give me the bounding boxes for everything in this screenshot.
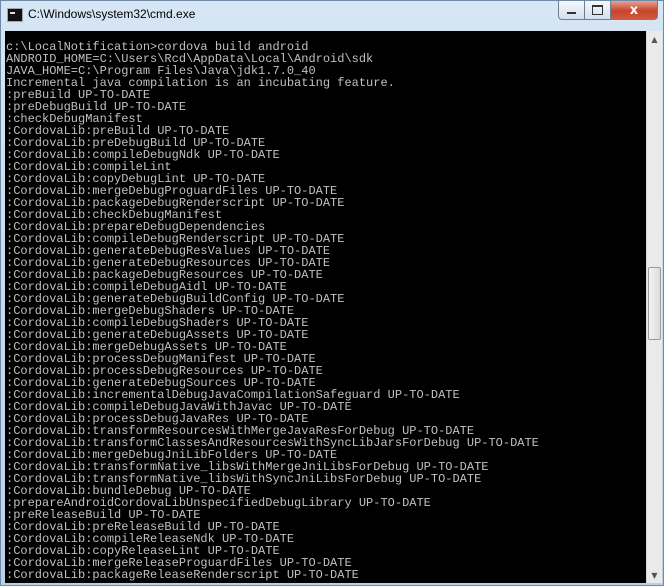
maximize-icon (592, 5, 603, 15)
cmd-app-icon[interactable] (7, 8, 23, 22)
close-button[interactable]: x (611, 1, 658, 20)
maximize-button[interactable] (585, 1, 611, 20)
console-text: c:\LocalNotification>cordova build andro… (6, 40, 539, 582)
title-bar[interactable]: C:\Windows\system32\cmd.exe x (1, 1, 663, 30)
vertical-scrollbar[interactable]: ▲ ▼ (646, 31, 662, 583)
scroll-thumb[interactable] (648, 267, 661, 340)
caption-buttons: x (558, 1, 658, 21)
close-icon: x (629, 2, 639, 18)
scroll-down-icon[interactable]: ▼ (647, 567, 662, 583)
scroll-up-icon[interactable]: ▲ (647, 31, 662, 47)
window-title: C:\Windows\system32\cmd.exe (28, 7, 196, 21)
console-output-area[interactable]: c:\LocalNotification>cordova build andro… (5, 31, 646, 583)
minimize-icon (567, 12, 576, 14)
minimize-button[interactable] (558, 1, 585, 20)
cmd-window: C:\Windows\system32\cmd.exe x c:\LocalNo… (0, 0, 664, 586)
